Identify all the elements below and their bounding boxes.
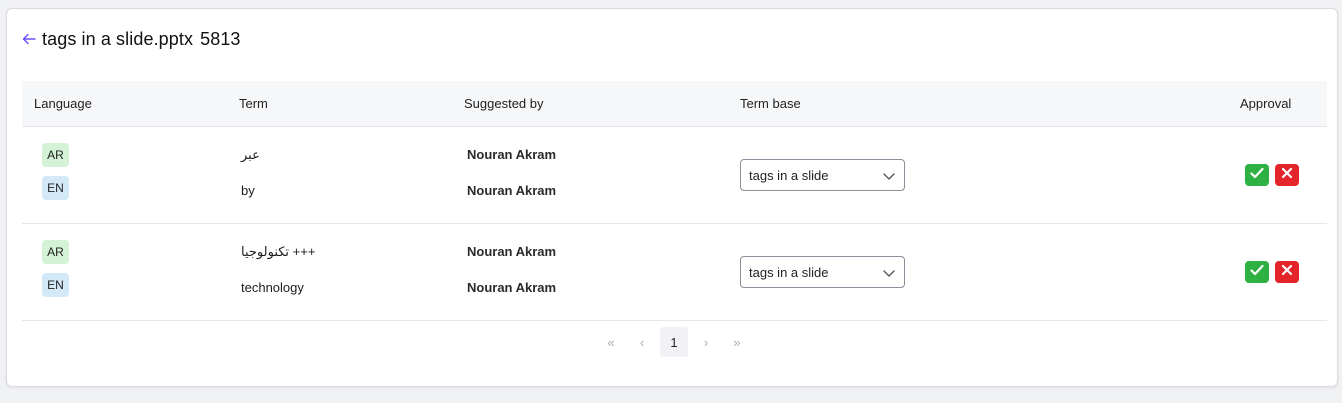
pagination: « ‹ 1 › » (7, 327, 1337, 357)
x-icon (1281, 166, 1293, 184)
term-base-value: tags in a slide (749, 167, 829, 183)
term-base-value: tags in a slide (749, 264, 829, 280)
chevron-down-icon (882, 266, 896, 280)
check-icon (1250, 166, 1264, 184)
language-badge-en: EN (42, 176, 69, 200)
term-review-card: tags in a slide.pptx 5813 Language Term S… (6, 8, 1338, 387)
file-name: tags in a slide.pptx (42, 28, 194, 49)
term-ar: عبر (241, 147, 260, 162)
column-header-language: Language (34, 96, 92, 111)
term-en: by (241, 183, 255, 198)
page-header: tags in a slide.pptx 5813 (21, 27, 241, 51)
column-header-term: Term (239, 96, 268, 111)
page-title: tags in a slide.pptx 5813 (42, 29, 241, 50)
suggested-by-en: Nouran Akram (467, 280, 557, 295)
table-header: Language Term Suggested by Term base App… (22, 81, 1327, 127)
term-en: technology (241, 280, 304, 295)
term-ar: +++ تكنولوجيا (241, 244, 316, 259)
last-page-button[interactable]: » (723, 327, 751, 357)
suggested-by-ar: Nouran Akram (467, 147, 557, 162)
x-icon (1281, 263, 1293, 281)
language-badge-ar: AR (42, 240, 69, 264)
language-badge-ar: AR (42, 143, 69, 167)
arrow-left-icon[interactable] (21, 31, 37, 47)
check-icon (1250, 263, 1264, 281)
approve-button[interactable] (1245, 261, 1269, 283)
language-badge-en: EN (42, 273, 69, 297)
table-row: AR EN عبر by Nouran Akram Nouran Akram t… (22, 127, 1327, 224)
column-header-approval: Approval (1240, 96, 1292, 111)
term-base-select[interactable]: tags in a slide (740, 159, 905, 191)
term-base-select[interactable]: tags in a slide (740, 256, 905, 288)
suggested-by-en: Nouran Akram (467, 183, 557, 198)
reject-button[interactable] (1275, 164, 1299, 186)
terms-table: Language Term Suggested by Term base App… (22, 81, 1327, 321)
chevron-down-icon (882, 169, 896, 183)
approve-button[interactable] (1245, 164, 1269, 186)
reject-button[interactable] (1275, 261, 1299, 283)
prev-page-button[interactable]: ‹ (628, 327, 656, 357)
file-id: 5813 (200, 28, 241, 49)
next-page-button[interactable]: › (692, 327, 720, 357)
column-header-suggested-by: Suggested by (464, 96, 544, 111)
column-header-term-base: Term base (740, 96, 801, 111)
table-row: AR EN +++ تكنولوجيا technology Nouran Ak… (22, 224, 1327, 321)
first-page-button[interactable]: « (597, 327, 625, 357)
suggested-by-ar: Nouran Akram (467, 244, 557, 259)
page-1-button[interactable]: 1 (660, 327, 688, 357)
